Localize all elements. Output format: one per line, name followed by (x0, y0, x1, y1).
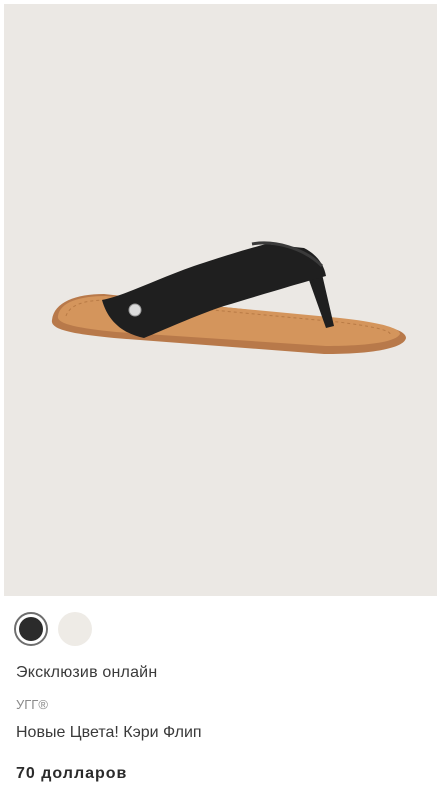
online-exclusive-badge: Эксклюзив онлайн (16, 664, 158, 681)
product-image[interactable] (4, 4, 437, 596)
product-name[interactable]: Новые Цвета! Кэри Флип (16, 724, 202, 742)
logo-rivet (128, 303, 142, 317)
brand-name: УГГ® (16, 697, 48, 712)
product-price: 70 долларов (16, 765, 128, 782)
swatch-black[interactable] (14, 612, 48, 646)
swatch-cream[interactable] (58, 612, 92, 646)
sandal-illustration (51, 241, 406, 354)
